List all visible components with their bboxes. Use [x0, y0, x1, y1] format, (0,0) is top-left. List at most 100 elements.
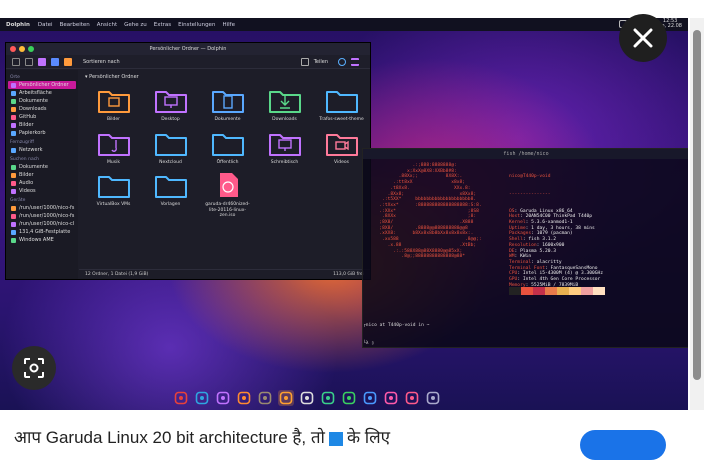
dock-spotify-icon[interactable] [341, 390, 357, 406]
forward-icon[interactable] [25, 57, 33, 66]
sidebar-item-label: Bilder [19, 122, 34, 128]
file-item[interactable]: Schreibtisch [256, 129, 313, 166]
info-value: FantasqueSansMono [550, 265, 598, 271]
terminal-title[interactable]: fish /home/nico [363, 149, 688, 159]
info-key: Kernel [509, 220, 526, 226]
folder-icon [211, 129, 245, 157]
file-item[interactable]: Trafos-sweet-theme [313, 86, 370, 123]
sidebar-item-2-3[interactable]: Videos [8, 187, 76, 195]
scrollbar-thumb[interactable] [693, 30, 701, 380]
dock-calendar-icon[interactable] [383, 390, 399, 406]
dock-garuda-icon[interactable] [173, 390, 189, 406]
search-icon[interactable] [338, 57, 346, 66]
minimize-window-button[interactable] [19, 46, 25, 52]
sidebar-item-3-3[interactable]: 131,4 GiB-Festplatte [8, 228, 76, 236]
icons-view-icon[interactable] [38, 57, 46, 66]
info-key: Terminal [509, 259, 532, 265]
sidebar-item-1-0[interactable]: Netzwerk [8, 146, 76, 154]
close-window-button[interactable] [10, 46, 16, 52]
dock-terminal-icon[interactable] [215, 390, 231, 406]
file-item[interactable]: Vorlagen [142, 171, 199, 219]
sidebar-item-0-0[interactable]: Persönlicher Ordner [8, 81, 76, 89]
file-name: Musik [107, 159, 120, 165]
sidebar-item-3-0[interactable]: /run/user/1000/nico-fs [8, 204, 76, 212]
dolphin-titlebar[interactable]: Persönlicher Ordner — Dolphin [6, 43, 370, 55]
sidebar-item-2-2[interactable]: Audio [8, 179, 76, 187]
sort-button[interactable]: Sortieren nach [83, 59, 120, 65]
file-name: Nextcloud [159, 159, 182, 165]
folder-icon [154, 171, 188, 199]
back-icon[interactable] [12, 57, 20, 66]
sidebar-item-3-1[interactable]: /run/user/1000/nico-fs [8, 212, 76, 220]
menu-item-3[interactable]: Gehe zu [124, 22, 147, 28]
sidebar-item-2-0[interactable]: Dokumente [8, 163, 76, 171]
place-icon [11, 164, 16, 170]
file-item[interactable]: Musik [85, 129, 142, 166]
file-item[interactable]: garuda-dr460nized-lite-20116-linux-zen.i… [199, 171, 256, 219]
dock-files-icon[interactable] [278, 390, 294, 406]
caption-after: के लिए [346, 428, 391, 447]
sidebar-item-label: /run/user/1000/nico-fs [19, 205, 75, 211]
color-swatch-4 [557, 287, 569, 295]
sidebar-item-3-2[interactable]: /run/user/1000/nico-cl [8, 220, 76, 228]
sidebar-item-0-5[interactable]: Bilder [8, 121, 76, 129]
file-item[interactable]: VirtualBox VMs [85, 171, 142, 219]
file-item[interactable]: Bilder [85, 86, 142, 123]
menu-item-4[interactable]: Extras [154, 22, 171, 28]
place-icon [11, 122, 16, 128]
dock-monitor-icon[interactable] [362, 390, 378, 406]
shell-prompt[interactable]: ┌nico at T440p-void in ~ └λ ▯ [363, 312, 429, 358]
dock-gimp-icon[interactable] [257, 390, 273, 406]
info-value: 1079 (pacman) [536, 231, 573, 237]
menu-item-1[interactable]: Bearbeiten [60, 22, 90, 28]
file-name: Videos [334, 159, 349, 165]
visual-search-button[interactable] [12, 346, 56, 390]
sidebar-item-0-2[interactable]: Dokumente [8, 97, 76, 105]
breadcrumb-label: Persönlicher Ordner [89, 74, 139, 80]
split-icon [300, 57, 309, 66]
close-viewer-button[interactable] [619, 14, 667, 62]
menu-item-0[interactable]: Datei [38, 22, 53, 28]
maximize-window-button[interactable] [28, 46, 34, 52]
details-view-icon[interactable] [64, 57, 72, 66]
sidebar-item-0-3[interactable]: Downloads [8, 105, 76, 113]
dock-store-icon[interactable] [404, 390, 420, 406]
sidebar-item-0-1[interactable]: Arbeitsfläche [8, 89, 76, 97]
dock-firefox-icon[interactable] [236, 390, 252, 406]
folder-icon [268, 129, 302, 157]
dock-power-icon[interactable] [425, 390, 441, 406]
sidebar-item-3-4[interactable]: Windows AME [8, 236, 76, 244]
dolphin-title: Persönlicher Ordner — Dolphin [149, 46, 227, 52]
compact-view-icon[interactable] [51, 57, 59, 66]
menu-item-5[interactable]: Einstellungen [178, 22, 215, 28]
hamburger-menu-icon[interactable] [351, 57, 359, 66]
menu-item-6[interactable]: Hilfe [222, 22, 235, 28]
sidebar-item-0-6[interactable]: Papierkorb [8, 129, 76, 137]
file-view: ▾ Persönlicher Ordner Bilder Desktop Dokum… [79, 70, 370, 269]
visit-button[interactable] [580, 430, 666, 460]
menu-item-2[interactable]: Ansicht [97, 22, 117, 28]
split-button[interactable]: Teilen [314, 59, 328, 65]
dock-telegram-icon[interactable] [194, 390, 210, 406]
folder-icon [154, 129, 188, 157]
dock [173, 389, 441, 407]
user-host: nico@T440p-void [509, 174, 551, 180]
color-swatch-1 [521, 287, 533, 295]
place-icon [11, 229, 16, 235]
file-item[interactable]: Dokumente [199, 86, 256, 123]
info-key: Terminal Font [509, 265, 545, 271]
scrollbar[interactable] [690, 18, 704, 410]
place-icon [11, 98, 16, 104]
file-item[interactable]: Desktop [142, 86, 199, 123]
file-item[interactable]: Downloads [256, 86, 313, 123]
folder-icon [211, 86, 245, 114]
dock-krita-icon[interactable] [320, 390, 336, 406]
file-item[interactable]: Nextcloud [142, 129, 199, 166]
place-icon [11, 82, 16, 88]
sidebar-item-0-4[interactable]: GitHub [8, 113, 76, 121]
info-value: 1600x900 [542, 242, 565, 248]
dock-github-icon[interactable] [299, 390, 315, 406]
sidebar-item-2-1[interactable]: Bilder [8, 171, 76, 179]
file-item[interactable]: Öffentlich [199, 129, 256, 166]
breadcrumb[interactable]: ▾ Persönlicher Ordner [85, 74, 364, 80]
